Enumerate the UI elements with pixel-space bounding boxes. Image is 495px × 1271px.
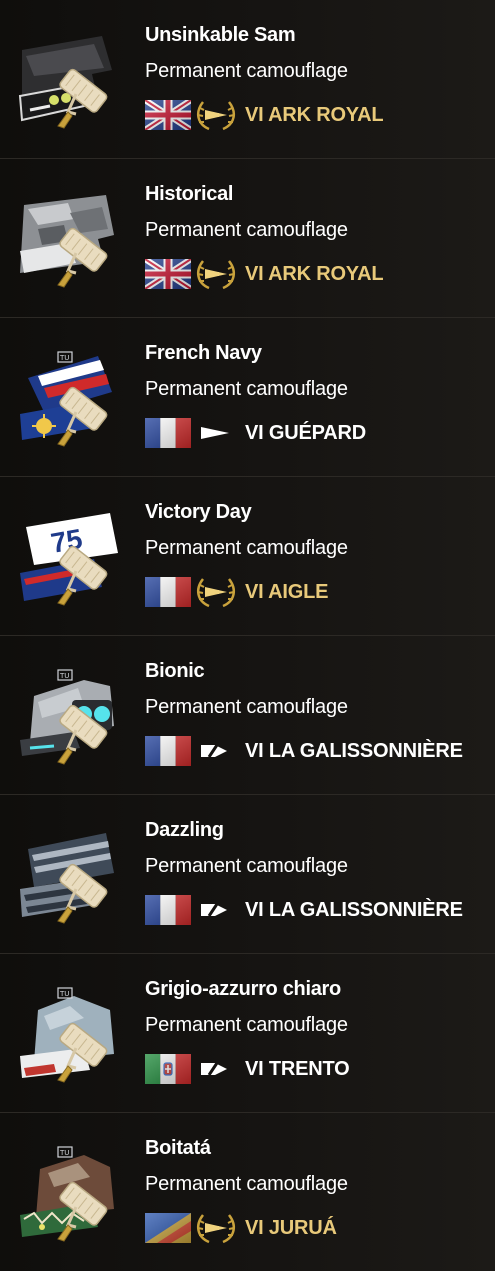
camouflage-thumbnail-icon — [14, 825, 126, 925]
camouflage-row[interactable]: Unsinkable Sam Permanent camouflage VI AR… — [0, 0, 495, 159]
camouflage-thumbnail-icon — [14, 189, 126, 289]
ship-name: VI GUÉPARD — [245, 421, 366, 444]
ship-class-icon — [195, 893, 237, 927]
ship-info: VI ARK ROYAL — [145, 98, 384, 132]
camouflage-name: Victory Day — [145, 501, 252, 523]
camouflage-name: Bionic — [145, 660, 205, 682]
nation-flag-icon — [145, 1054, 191, 1084]
ship-name: VI JURUÁ — [245, 1216, 337, 1239]
premium-ship-class-icon — [195, 1211, 237, 1245]
camouflage-thumbnail-icon: TU — [14, 666, 126, 766]
camouflage-name: French Navy — [145, 342, 262, 364]
ship-name: VI TRENTO — [245, 1057, 350, 1080]
camouflage-name: Boitatá — [145, 1137, 211, 1159]
ship-info: VI AIGLE — [145, 575, 328, 609]
ship-info: VI JURUÁ — [145, 1211, 337, 1245]
camouflage-type: Permanent camouflage — [145, 1014, 348, 1036]
camouflage-type: Permanent camouflage — [145, 219, 348, 241]
ship-class-icon — [195, 734, 237, 768]
camouflage-row[interactable]: Dazzling Permanent camouflage VI LA GALIS… — [0, 795, 495, 954]
camouflage-thumbnail-icon: TU — [14, 984, 126, 1084]
camouflage-row[interactable]: TU Bionic Permanent camouflage VI LA GALI… — [0, 636, 495, 795]
nation-flag-icon — [145, 259, 191, 289]
ship-class-icon — [195, 1052, 237, 1086]
camouflage-name: Grigio-azzurro chiaro — [145, 978, 341, 1000]
nation-flag-icon — [145, 418, 191, 448]
camouflage-name: Unsinkable Sam — [145, 24, 296, 46]
ship-info: VI GUÉPARD — [145, 416, 366, 450]
ship-name: VI ARK ROYAL — [245, 103, 384, 126]
camouflage-type: Permanent camouflage — [145, 855, 348, 877]
camouflage-row[interactable]: TU Boitatá Permanent camouflage VI JURUÁ — [0, 1113, 495, 1271]
ship-name: VI AIGLE — [245, 580, 329, 603]
ship-info: VI ARK ROYAL — [145, 257, 384, 291]
camouflage-row[interactable]: Historical Permanent camouflage VI ARK RO… — [0, 159, 495, 318]
camouflage-row[interactable]: TU French Navy Permanent camouflage VI GU… — [0, 318, 495, 477]
camouflage-thumbnail-icon: TU — [14, 348, 126, 448]
camouflage-thumbnail-icon — [14, 30, 126, 130]
camouflage-row[interactable]: 75 Victory Day Permanent camouflage VI AI… — [0, 477, 495, 636]
camouflage-type: Permanent camouflage — [145, 378, 348, 400]
camouflage-thumbnail-icon: 75 — [14, 507, 126, 607]
ship-info: VI LA GALISSONNIÈRE — [145, 734, 463, 768]
premium-ship-class-icon — [195, 257, 237, 291]
camouflage-list: Unsinkable Sam Permanent camouflage VI AR… — [0, 0, 495, 1271]
nation-flag-icon — [145, 1213, 191, 1243]
ship-info: VI TRENTO — [145, 1052, 350, 1086]
camouflage-type: Permanent camouflage — [145, 537, 348, 559]
premium-ship-class-icon — [195, 575, 237, 609]
camouflage-name: Historical — [145, 183, 234, 205]
nation-flag-icon — [145, 736, 191, 766]
svg-text:TU: TU — [59, 672, 69, 680]
svg-text:TU: TU — [59, 354, 69, 362]
ship-class-icon — [195, 416, 237, 450]
nation-flag-icon — [145, 577, 191, 607]
camouflage-name: Dazzling — [145, 819, 224, 841]
premium-ship-class-icon — [195, 98, 237, 132]
camouflage-type: Permanent camouflage — [145, 696, 348, 718]
svg-text:TU: TU — [59, 1149, 69, 1157]
camouflage-type: Permanent camouflage — [145, 60, 348, 82]
camouflage-row[interactable]: TU Grigio-azzurro chiaro Permanent camouf… — [0, 954, 495, 1113]
ship-info: VI LA GALISSONNIÈRE — [145, 893, 463, 927]
nation-flag-icon — [145, 100, 191, 130]
nation-flag-icon — [145, 895, 191, 925]
svg-text:TU: TU — [59, 990, 69, 998]
ship-name: VI LA GALISSONNIÈRE — [245, 739, 463, 762]
camouflage-thumbnail-icon: TU — [14, 1143, 126, 1243]
camouflage-type: Permanent camouflage — [145, 1173, 348, 1195]
ship-name: VI LA GALISSONNIÈRE — [245, 898, 463, 921]
ship-name: VI ARK ROYAL — [245, 262, 384, 285]
